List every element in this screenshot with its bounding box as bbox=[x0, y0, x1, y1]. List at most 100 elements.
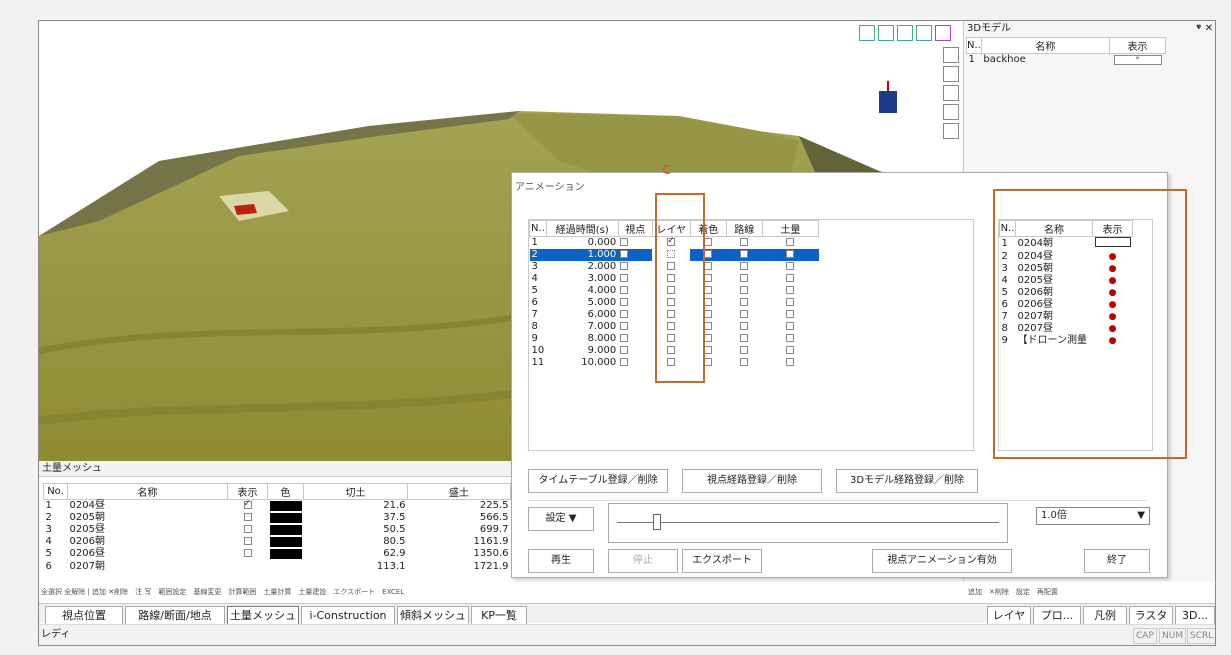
route-checkbox[interactable] bbox=[740, 286, 749, 294]
route-checkbox[interactable] bbox=[740, 250, 749, 258]
grid-icon[interactable] bbox=[943, 104, 959, 120]
calc-range-button[interactable]: 計算範囲 bbox=[228, 588, 256, 596]
export-button[interactable]: エクスポート bbox=[682, 549, 762, 573]
soil-checkbox[interactable] bbox=[786, 298, 795, 306]
table-row[interactable]: 2 0205朝 37.5 566.5 bbox=[44, 512, 511, 524]
display-checkbox[interactable] bbox=[243, 537, 252, 545]
close-button[interactable]: 終了 bbox=[1084, 549, 1150, 573]
view-checkbox[interactable] bbox=[620, 334, 629, 342]
soil-checkbox[interactable] bbox=[786, 286, 795, 294]
color-checkbox[interactable] bbox=[704, 346, 713, 354]
grid-alt-icon[interactable] bbox=[943, 123, 959, 139]
route-checkbox[interactable] bbox=[740, 346, 749, 354]
color-swatch[interactable] bbox=[269, 501, 302, 511]
table-row[interactable]: 6 0207朝 113.1 1721.9 bbox=[44, 560, 511, 572]
table-row[interactable]: 1 backhoe ° bbox=[967, 54, 1166, 67]
range-settings-button[interactable]: 範囲設定 bbox=[158, 588, 186, 596]
tab-3d[interactable]: 3D... bbox=[1175, 606, 1215, 624]
note-button[interactable]: 注 写 bbox=[135, 588, 151, 596]
color-checkbox[interactable] bbox=[704, 286, 713, 294]
color-checkbox[interactable] bbox=[704, 310, 713, 318]
zoom-out-icon[interactable] bbox=[943, 66, 959, 82]
soil-build-button[interactable]: 土量建設 bbox=[298, 588, 326, 596]
timetable-register-button[interactable]: タイムテーブル登録／削除 bbox=[528, 469, 668, 493]
soil-checkbox[interactable] bbox=[786, 358, 795, 366]
color-checkbox[interactable] bbox=[704, 262, 713, 270]
route-checkbox[interactable] bbox=[740, 238, 749, 246]
select-all-button[interactable]: 全選択 bbox=[41, 588, 62, 596]
soil-checkbox[interactable] bbox=[786, 262, 795, 270]
rotate-right-icon[interactable] bbox=[878, 25, 894, 41]
tab-layer[interactable]: レイヤ bbox=[987, 606, 1031, 624]
soil-checkbox[interactable] bbox=[786, 238, 795, 246]
display-checkbox[interactable] bbox=[243, 498, 252, 510]
tilt-down-icon[interactable] bbox=[916, 25, 932, 41]
soil-checkbox[interactable] bbox=[786, 274, 795, 282]
view-checkbox[interactable] bbox=[620, 250, 629, 258]
soil-calc-button[interactable]: 土量計算 bbox=[263, 588, 291, 596]
soil-checkbox[interactable] bbox=[786, 310, 795, 318]
soil-checkbox[interactable] bbox=[786, 322, 795, 330]
delete-button[interactable]: 削除 bbox=[114, 588, 128, 596]
table-row[interactable]: 1 0204昼 21.6 225.5 bbox=[44, 498, 511, 513]
delete-button[interactable]: 削除 bbox=[995, 588, 1009, 596]
route-checkbox[interactable] bbox=[740, 274, 749, 282]
tab-route[interactable]: 路線/断面/地点 bbox=[125, 606, 225, 624]
view-checkbox[interactable] bbox=[620, 298, 629, 306]
settings-dropdown-button[interactable]: 設定 ▼ bbox=[528, 507, 594, 531]
view-checkbox[interactable] bbox=[620, 322, 629, 330]
model-path-button[interactable]: 3Dモデル経路登録／削除 bbox=[836, 469, 978, 493]
add-button[interactable]: 追加 bbox=[92, 588, 106, 596]
color-checkbox[interactable] bbox=[704, 322, 713, 330]
tab-slope-mesh[interactable]: 傾斜メッシュ bbox=[397, 606, 469, 624]
color-checkbox[interactable] bbox=[704, 238, 713, 246]
route-checkbox[interactable] bbox=[740, 310, 749, 318]
view-checkbox[interactable] bbox=[620, 274, 629, 282]
display-select[interactable]: ° bbox=[1113, 55, 1162, 65]
tab-soil-mesh[interactable]: 土量メッシュ bbox=[227, 606, 299, 624]
view-checkbox[interactable] bbox=[620, 346, 629, 354]
tab-kp-list[interactable]: KP一覧 bbox=[471, 606, 527, 624]
deselect-all-button[interactable]: 全解除 bbox=[64, 588, 85, 596]
color-swatch[interactable] bbox=[269, 549, 302, 559]
tab-pro[interactable]: プロ... bbox=[1033, 606, 1081, 624]
view-checkbox[interactable] bbox=[620, 286, 629, 294]
tab-i-construction[interactable]: i-Construction bbox=[301, 606, 395, 624]
soil-checkbox[interactable] bbox=[786, 250, 795, 258]
route-checkbox[interactable] bbox=[740, 298, 749, 306]
table-row[interactable]: 4 0206朝 80.5 1161.9 bbox=[44, 536, 511, 548]
route-checkbox[interactable] bbox=[740, 334, 749, 342]
export-button[interactable]: エクスポート bbox=[333, 588, 375, 596]
display-checkbox[interactable] bbox=[243, 549, 252, 557]
tab-raster[interactable]: ラスタ bbox=[1129, 606, 1173, 624]
slider-thumb[interactable] bbox=[653, 514, 661, 530]
color-swatch[interactable] bbox=[269, 537, 302, 547]
color-checkbox[interactable] bbox=[704, 274, 713, 282]
home-icon[interactable] bbox=[935, 25, 951, 41]
view-checkbox[interactable] bbox=[620, 262, 629, 270]
color-swatch[interactable] bbox=[269, 513, 302, 523]
excel-button[interactable]: EXCEL bbox=[382, 588, 404, 596]
viewpoint-path-button[interactable]: 視点経路登録／削除 bbox=[682, 469, 822, 493]
route-checkbox[interactable] bbox=[740, 262, 749, 270]
pin-close-icon[interactable]: ᵠ ✕ bbox=[1196, 21, 1213, 37]
settings-button[interactable]: 設定 bbox=[1016, 588, 1030, 596]
viewpoint-animation-toggle[interactable]: 視点アニメーション有効 bbox=[872, 549, 1012, 573]
route-checkbox[interactable] bbox=[740, 358, 749, 366]
zoom-in-icon[interactable] bbox=[943, 47, 959, 63]
color-checkbox[interactable] bbox=[704, 358, 713, 366]
tilt-up-icon[interactable] bbox=[897, 25, 913, 41]
view-checkbox[interactable] bbox=[620, 358, 629, 366]
display-checkbox[interactable] bbox=[243, 525, 252, 533]
color-checkbox[interactable] bbox=[704, 298, 713, 306]
view-checkbox[interactable] bbox=[620, 310, 629, 318]
rotate-left-icon[interactable] bbox=[859, 25, 875, 41]
view-checkbox[interactable] bbox=[620, 238, 629, 246]
play-button[interactable]: 再生 bbox=[528, 549, 594, 573]
table-row[interactable]: 3 0205昼 50.5 699.7 bbox=[44, 524, 511, 536]
soil-checkbox[interactable] bbox=[786, 346, 795, 354]
color-swatch[interactable] bbox=[269, 525, 302, 535]
timeline-slider[interactable] bbox=[608, 503, 1008, 543]
add-button[interactable]: 追加 bbox=[968, 588, 982, 596]
baseline-change-button[interactable]: 基線変更 bbox=[193, 588, 221, 596]
